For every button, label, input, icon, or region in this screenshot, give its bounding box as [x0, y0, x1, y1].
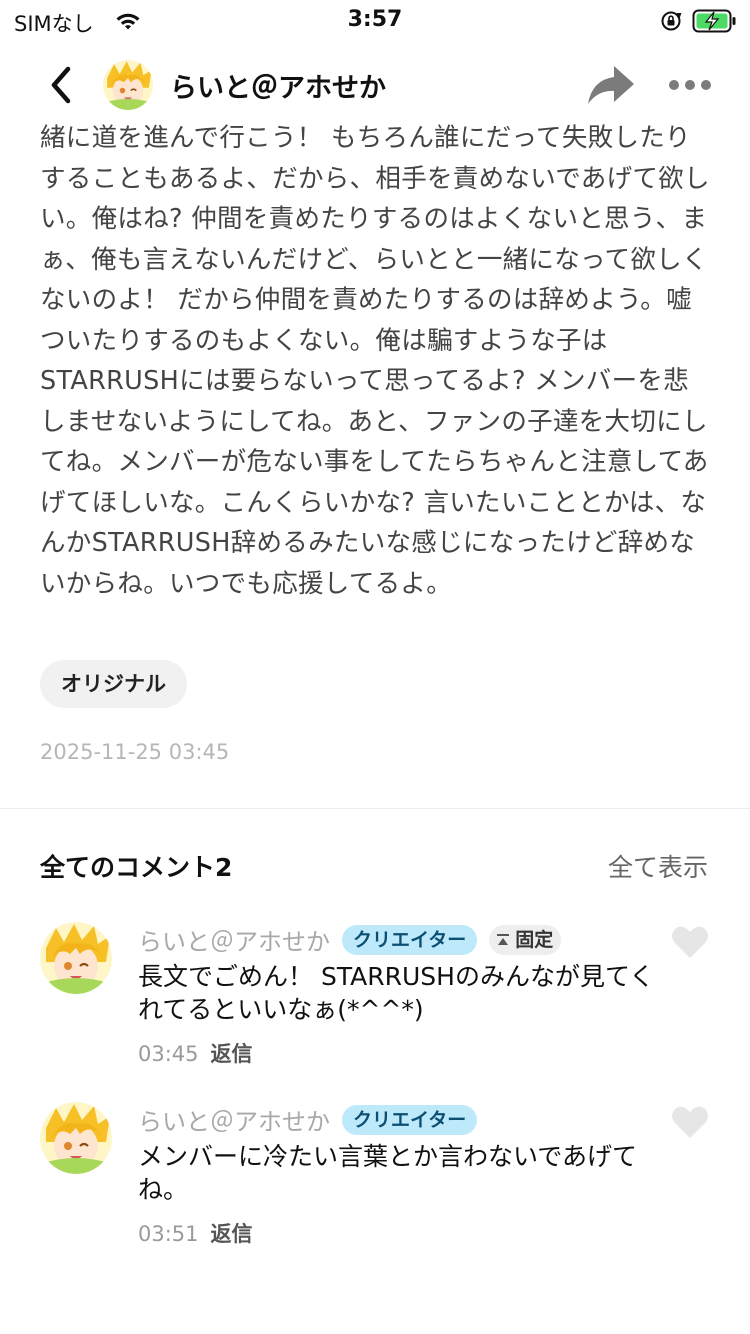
post-body: 緒に道を進んで行こう！ もちろん誰にだって失敗したりすることもあるよ、だから、相… [40, 118, 710, 638]
share-button[interactable] [584, 62, 636, 108]
reply-button[interactable]: 返信 [211, 1222, 253, 1246]
heart-icon [672, 926, 708, 958]
comment-time: 03:51 [138, 1222, 199, 1246]
author-avatar[interactable] [103, 60, 153, 110]
more-button[interactable] [666, 70, 714, 100]
orientation-lock-icon [660, 10, 682, 36]
comment-text: メンバーに冷たい言葉とか言わないであげてね。 [138, 1142, 638, 1204]
back-arrow-icon [51, 66, 71, 104]
pin-icon [495, 932, 511, 948]
back-button[interactable] [36, 60, 86, 110]
pinned-badge: 固定 [489, 924, 562, 955]
more-icon [669, 80, 711, 90]
post-date: 2025-11-25 03:45 [40, 740, 230, 764]
creator-badge: クリエイター [342, 1104, 478, 1135]
comment-footer: 03:45 返信 [138, 1038, 253, 1068]
comment-author[interactable]: らいと＠アホせか [138, 922, 330, 957]
post-text: 緒に道を進んで行こう！ もちろん誰にだって失敗したりすることもあるよ、だから、相… [40, 123, 710, 599]
nav-header: らいと＠アホせか [0, 44, 750, 124]
like-button[interactable] [670, 924, 710, 960]
battery-charging-icon [692, 8, 738, 38]
comment-time: 03:45 [138, 1042, 199, 1066]
comments-heading: 全てのコメント2 [40, 853, 233, 882]
comment-avatar[interactable] [40, 1102, 112, 1174]
tag-original[interactable]: オリジナル [40, 660, 187, 708]
page-title: らいと＠アホせか [170, 73, 386, 104]
show-all-link[interactable]: 全て表示 [608, 848, 708, 884]
creator-badge: クリエイター [342, 924, 478, 955]
heart-icon [672, 1106, 708, 1138]
comment-meta: らいと＠アホせか クリエイター [138, 1102, 478, 1137]
like-button[interactable] [670, 1104, 710, 1140]
comment-author[interactable]: らいと＠アホせか [138, 1102, 330, 1137]
clock: 3:57 [347, 7, 403, 32]
comment-meta: らいと＠アホせか クリエイター 固定 [138, 922, 562, 957]
share-icon [588, 66, 634, 104]
pinned-label: 固定 [515, 928, 554, 951]
comment-avatar[interactable] [40, 922, 112, 994]
comment-footer: 03:51 返信 [138, 1218, 253, 1248]
comment-text: 長文でごめん！ STARRUSHのみんなが見てくれてるといいなぁ(*^^*) [138, 962, 655, 1024]
divider [0, 808, 750, 809]
status-bar: SIMなし 3:57 [0, 0, 750, 44]
reply-button[interactable]: 返信 [211, 1042, 253, 1066]
